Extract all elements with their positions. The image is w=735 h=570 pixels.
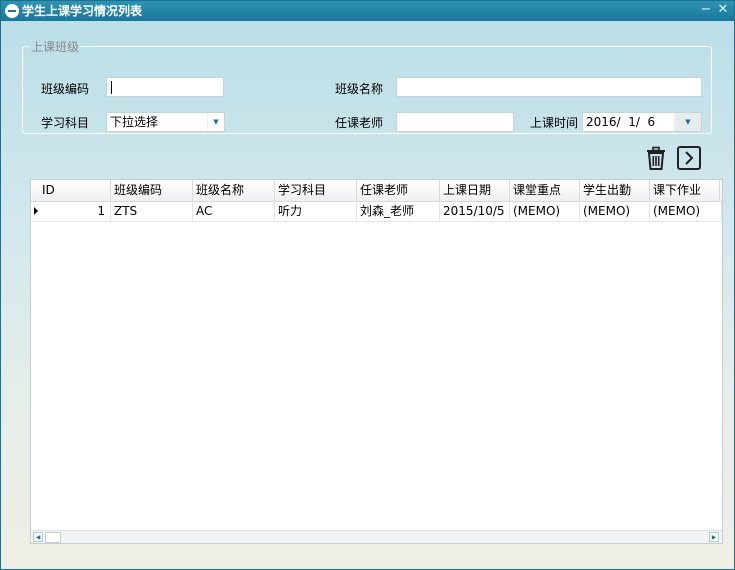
teacher-label: 任课老师 <box>335 116 384 130</box>
main-window: 学生上课学习情况列表 − ✕ 上课班级 班级编码 班级名称 学习科目 下拉选择 … <box>0 0 735 570</box>
cell-date[interactable]: 2015/10/5 <box>440 201 510 221</box>
grid-header: ID 班级编码 班级名称 学习科目 任课老师 上课日期 课堂重点 学生出勤 课下… <box>31 180 722 202</box>
chevron-down-icon[interactable]: ▼ <box>207 113 224 131</box>
time-label: 上课时间 <box>530 116 579 130</box>
horizontal-scrollbar[interactable]: ◀ ▶ <box>31 530 722 543</box>
table-row[interactable]: 1 ZTS AC 听力 刘森_老师 2015/10/5 (MEMO) (MEMO… <box>31 201 722 222</box>
subject-select[interactable]: 下拉选择 ▼ <box>106 112 225 132</box>
cell-key-points[interactable]: (MEMO) <box>510 201 580 221</box>
class-filter-group: 上课班级 班级编码 班级名称 学习科目 下拉选择 ▼ 任课老师 上课时间 201… <box>22 38 712 134</box>
column-header-class-code[interactable]: 班级编码 <box>111 180 193 201</box>
chevron-down-icon[interactable]: ▼ <box>674 113 701 131</box>
app-icon <box>5 4 19 18</box>
class-name-input[interactable] <box>396 77 702 97</box>
teacher-input[interactable] <box>396 112 514 132</box>
minimize-button[interactable]: − <box>698 2 714 18</box>
class-code-input[interactable] <box>106 77 224 97</box>
cell-attendance[interactable]: (MEMO) <box>580 201 650 221</box>
scrollbar-thumb[interactable] <box>45 532 61 543</box>
subject-label: 学习科目 <box>41 116 90 130</box>
chevron-right-icon[interactable] <box>677 146 701 170</box>
scroll-left-icon[interactable]: ◀ <box>33 532 43 542</box>
date-picker[interactable]: 2016/ 1/ 6 ▼ <box>582 112 702 132</box>
column-header-attendance[interactable]: 学生出勤 <box>580 180 650 201</box>
text-caret <box>111 81 112 94</box>
class-name-label: 班级名称 <box>335 82 384 96</box>
cell-class-code[interactable]: ZTS <box>111 201 193 221</box>
column-header-subject[interactable]: 学习科目 <box>275 180 357 201</box>
cell-homework[interactable]: (MEMO) <box>650 201 722 221</box>
subject-value: 下拉选择 <box>110 115 159 129</box>
current-row-indicator-icon <box>31 201 41 221</box>
date-value: 2016/ 1/ 6 <box>586 115 656 129</box>
trash-icon[interactable] <box>644 146 668 170</box>
column-header-homework[interactable]: 课下作业 <box>650 180 720 201</box>
cell-class-name[interactable]: AC <box>193 201 275 221</box>
close-button[interactable]: ✕ <box>715 2 731 18</box>
cell-id[interactable]: 1 <box>41 201 111 221</box>
window-title: 学生上课学习情况列表 <box>22 4 143 18</box>
column-header-id[interactable]: ID <box>31 180 111 201</box>
column-header-teacher[interactable]: 任课老师 <box>357 180 440 201</box>
column-header-class-name[interactable]: 班级名称 <box>193 180 275 201</box>
class-code-label: 班级编码 <box>41 82 90 96</box>
column-header-date[interactable]: 上课日期 <box>440 180 510 201</box>
data-grid[interactable]: ID 班级编码 班级名称 学习科目 任课老师 上课日期 课堂重点 学生出勤 课下… <box>30 179 723 544</box>
group-legend: 上课班级 <box>31 40 80 54</box>
title-bar[interactable]: 学生上课学习情况列表 − ✕ <box>1 1 734 21</box>
column-header-key-points[interactable]: 课堂重点 <box>510 180 580 201</box>
cell-teacher[interactable]: 刘森_老师 <box>357 201 440 221</box>
scroll-right-icon[interactable]: ▶ <box>709 532 719 542</box>
cell-subject[interactable]: 听力 <box>275 201 357 221</box>
